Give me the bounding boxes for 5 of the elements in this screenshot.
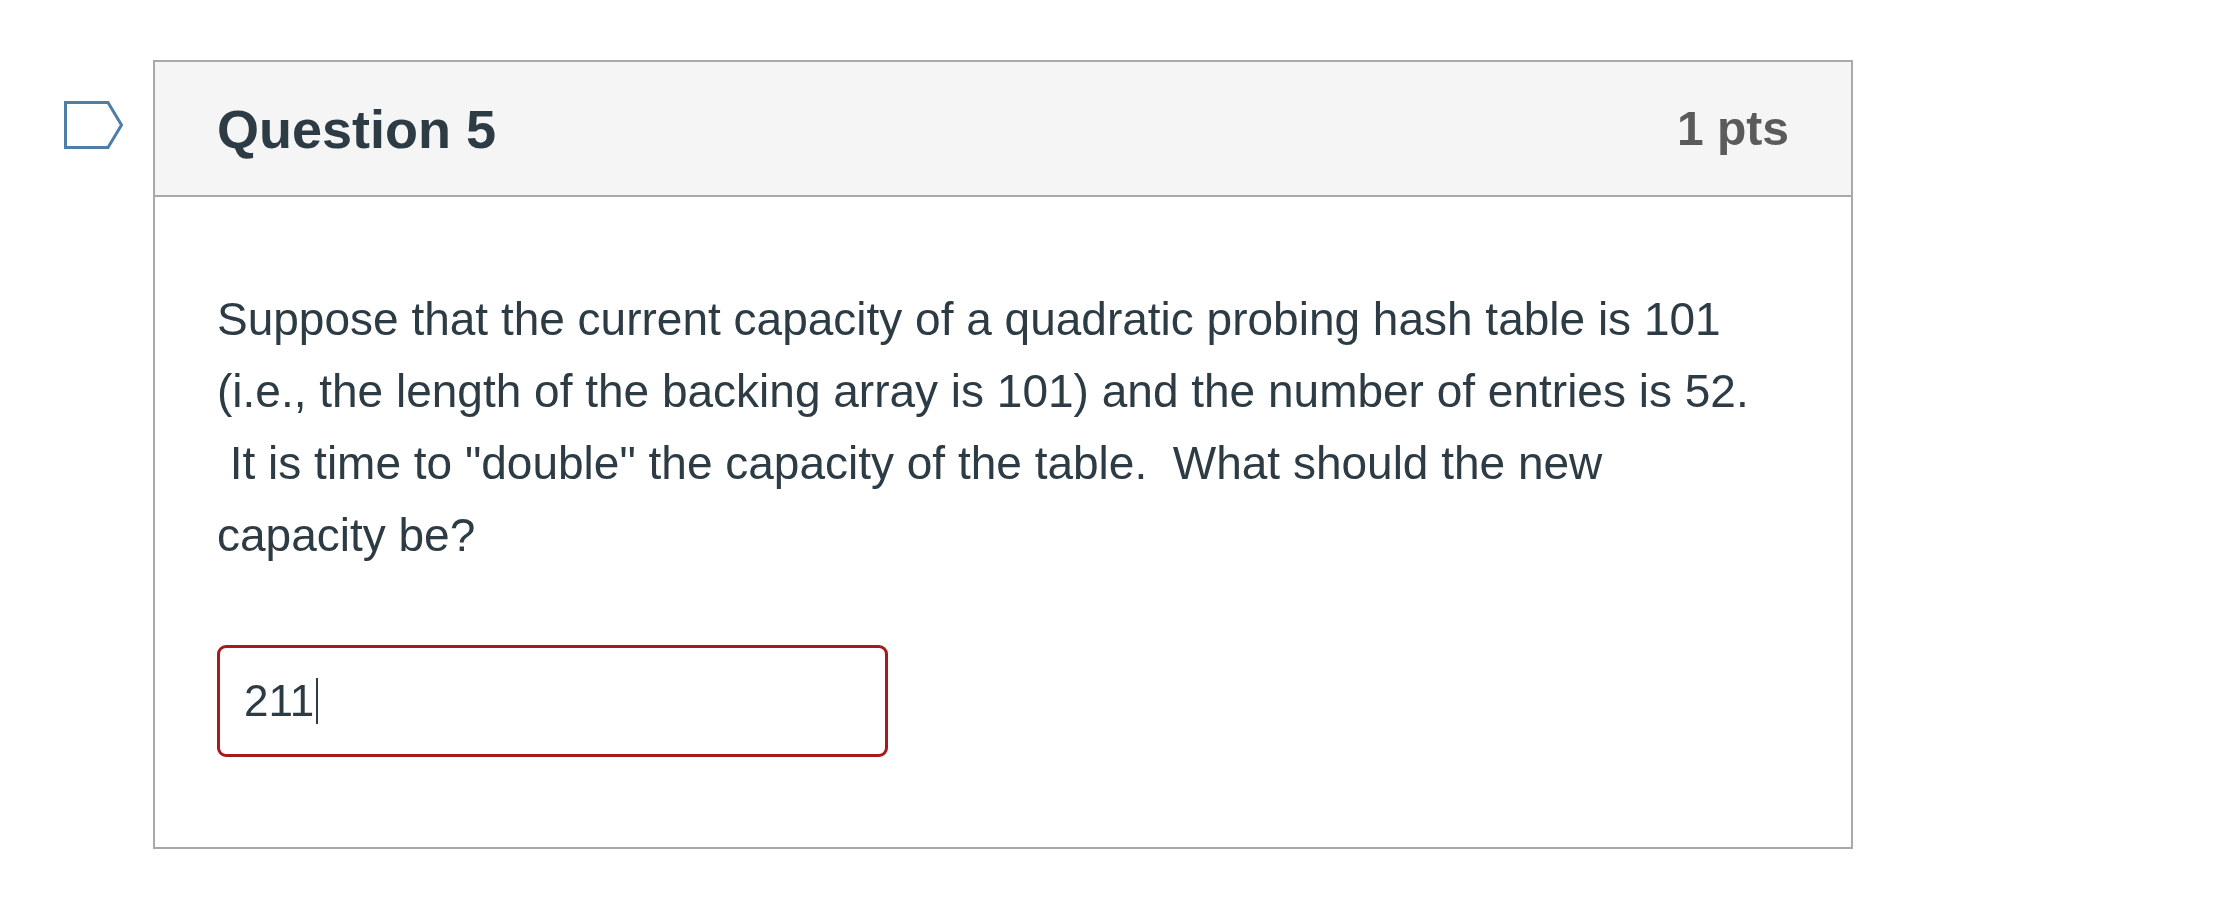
answer-field[interactable]: 211 (217, 645, 888, 757)
tag-icon[interactable] (64, 101, 124, 149)
answer-value: 211 (244, 679, 315, 723)
question-points: 1 pts (1676, 104, 1789, 153)
question-text: Suppose that the current capacity of a quadratic probing hash table is 101 (i.e., the length of the backing array is 101) and the number of entries is 52. It is time to "double" the capacity of the table. What should the new capacity be? (217, 292, 1750, 563)
